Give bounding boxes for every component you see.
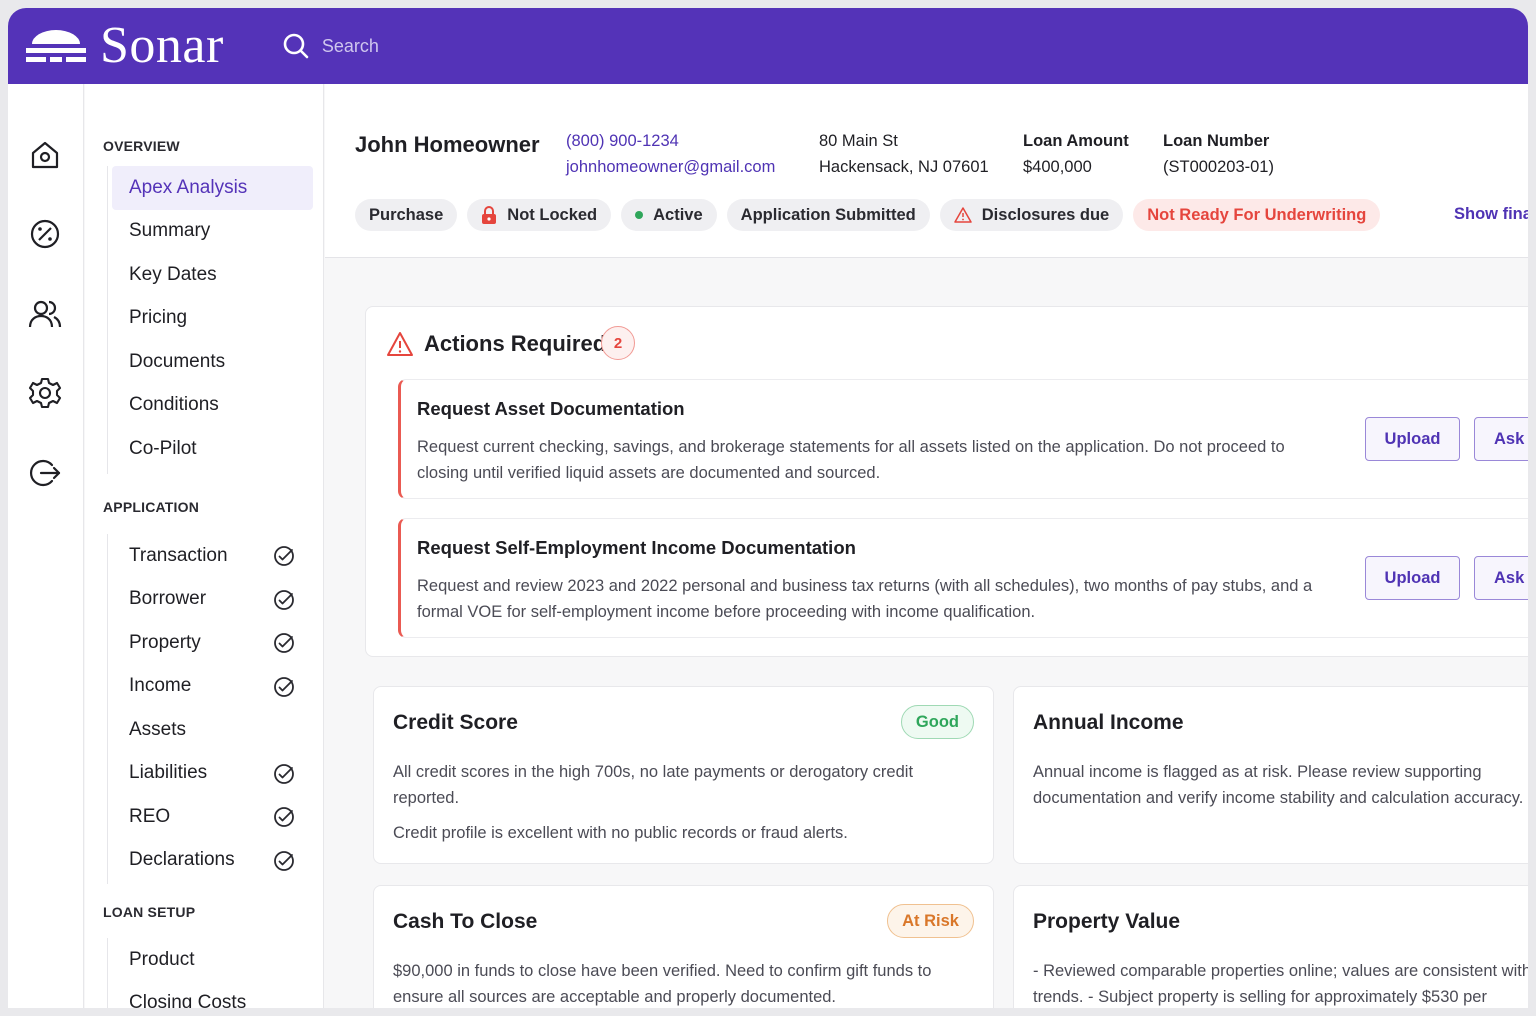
section-title-application: APPLICATION [103,499,200,515]
sonar-logo-icon [26,30,86,62]
application-nav: Transaction Borrower Property Income Ass… [107,534,313,884]
check-circle-icon [274,807,294,827]
sidebar-item-liabilities[interactable]: Liabilities [108,752,313,796]
property-value-card: Property Value - Reviewed comparable pro… [1013,885,1528,1008]
users-icon[interactable] [28,297,62,331]
check-circle-icon [274,850,294,871]
card-text: $90,000 in funds to close have been veri… [393,962,932,1006]
actions-title: Actions Required [424,331,607,356]
annual-income-card: Annual Income Annual income is flagged a… [1013,686,1528,864]
status-dot-icon [635,211,644,219]
sidebar-item-conditions[interactable]: Conditions [108,384,313,428]
tag-disclosures-due: Disclosures due [939,199,1124,231]
sidebar-item-closing-costs[interactable]: Closing Costs [108,982,313,1008]
check-circle-icon [274,763,294,784]
cash-to-close-card: Cash To Close At Risk $90,000 in funds t… [373,885,994,1008]
status-tags: Purchase Not Locked Active Application S… [355,199,1381,231]
lock-icon [482,206,497,224]
loan-amount-value: $400,000 [1023,158,1092,176]
warning-icon [387,332,413,356]
card-title: Property Value [1033,910,1181,933]
logo[interactable]: Sonar [26,20,224,72]
sidebar-item-reo[interactable]: REO [108,795,313,839]
action-item: Request Self-Employment Income Documenta… [398,518,1528,638]
main-content: Actions Required 2 Request Asset Documen… [325,259,1528,1008]
top-bar: Sonar Search [8,8,1528,84]
sidebar-item-summary[interactable]: Summary [108,210,313,254]
icon-rail [8,84,84,1008]
sidebar-item-assets[interactable]: Assets [108,708,313,752]
address-line2: Hackensack, NJ 07601 [819,158,989,176]
sidebar-item-transaction[interactable]: Transaction [108,534,313,578]
card-text: Annual income is flagged as at risk. Ple… [1033,763,1524,807]
check-circle-icon [274,546,294,566]
card-text: Credit profile is excellent with no publ… [393,824,848,842]
section-title-overview: OVERVIEW [103,138,180,154]
sidebar-item-declarations[interactable]: Declarations [108,839,313,883]
card-text: All credit scores in the high 700s, no l… [393,763,914,807]
check-circle-icon [274,633,294,653]
sidebar-item-borrower[interactable]: Borrower [108,578,313,622]
section-title-loan-setup: LOAN SETUP [103,904,196,920]
sidebar-item-key-dates[interactable]: Key Dates [108,253,313,297]
sidebar-item-documents[interactable]: Documents [108,340,313,384]
action-title: Request Self-Employment Income Documenta… [417,537,856,558]
upload-button[interactable]: Upload [1365,417,1460,461]
loan-amount-label: Loan Amount [1023,132,1129,150]
warning-icon [954,207,972,223]
search-input[interactable]: Search [322,36,379,57]
loan-setup-nav: Product Closing Costs [107,938,313,1008]
search-box[interactable]: Search [282,32,379,60]
loan-number-value: (ST000203-01) [1163,158,1274,176]
sidebar-item-co-pilot[interactable]: Co-Pilot [108,427,313,471]
overview-nav: Apex Analysis Summary Key Dates Pricing … [107,166,313,474]
check-circle-icon [274,676,294,697]
loan-header: John Homeowner (800) 900-1234 johnhomeow… [325,84,1528,258]
ask-button[interactable]: Ask A [1474,417,1528,461]
tag-purchase: Purchase [355,199,458,231]
email-link[interactable]: johnhomeowner@gmail.com [566,158,775,177]
tag-not-locked: Not Locked [467,199,612,231]
actions-count-badge: 2 [601,326,635,360]
credit-score-card: Credit Score Good All credit scores in t… [373,686,994,864]
sidebar-item-product[interactable]: Product [108,938,313,982]
action-description: Request and review 2023 and 2022 persona… [417,577,1313,621]
card-title: Cash To Close [393,910,538,933]
card-text: - Reviewed comparable properties online;… [1033,962,1528,1006]
action-title: Request Asset Documentation [417,398,685,419]
percent-icon[interactable] [28,217,62,251]
check-circle-icon [274,589,294,610]
home-icon[interactable] [28,138,62,172]
search-icon [283,33,309,59]
status-badge-good: Good [900,705,974,739]
ask-button[interactable]: Ask A [1474,556,1528,600]
status-badge-at-risk: At Risk [887,904,974,938]
loan-number-label: Loan Number [1163,132,1270,150]
sidebar-item-pricing[interactable]: Pricing [108,297,313,341]
app-name: Sonar [100,17,224,74]
sidebar-item-apex-analysis[interactable]: Apex Analysis [112,166,313,210]
actions-required-card: Actions Required 2 Request Asset Documen… [365,306,1528,657]
borrower-name: John Homeowner [355,132,540,157]
app-window: Sonar Search OVERVIEW Apex Analysis Summ… [8,8,1528,1008]
sidebar-item-income[interactable]: Income [108,665,313,709]
gear-icon[interactable] [28,376,62,410]
action-item: Request Asset Documentation Request curr… [398,379,1528,499]
sidebar-item-property[interactable]: Property [108,621,313,665]
card-title: Annual Income [1033,711,1184,734]
card-title: Credit Score [393,711,518,734]
tag-application-submitted: Application Submitted [726,199,930,231]
sidebar: OVERVIEW Apex Analysis Summary Key Dates… [85,84,324,1008]
tag-active: Active [621,199,717,231]
logout-icon[interactable] [28,456,62,490]
tag-not-ready-for-underwriting: Not Ready For Underwriting [1133,199,1381,231]
upload-button[interactable]: Upload [1365,556,1460,600]
show-financials-link[interactable]: Show fina [1454,205,1528,224]
address-line1: 80 Main St [819,132,898,150]
phone-link[interactable]: (800) 900-1234 [566,132,679,151]
action-description: Request current checking, savings, and b… [417,438,1285,482]
